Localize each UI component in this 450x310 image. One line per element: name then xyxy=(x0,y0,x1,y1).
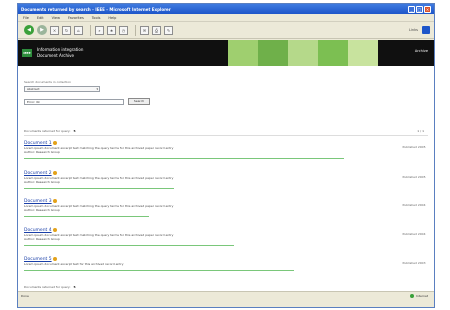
result-meta: Author: Research Group xyxy=(24,180,60,184)
pdf-icon[interactable] xyxy=(52,171,57,175)
result-date: Published 2005 xyxy=(402,145,426,149)
search-field-value: Abstract xyxy=(27,87,40,91)
toolbar-divider xyxy=(135,24,136,36)
list-item: Document 2 Lorem ipsum document excerpt … xyxy=(24,171,428,201)
pdf-icon[interactable] xyxy=(52,199,57,203)
relevance-bar xyxy=(24,270,294,271)
result-meta: Author: Research Group xyxy=(24,208,60,212)
toolbar-divider xyxy=(90,24,91,36)
search-field-select[interactable]: Abstract ▾ xyxy=(24,86,100,92)
banner-image xyxy=(348,40,378,66)
menu-help[interactable]: Help xyxy=(108,16,116,20)
list-item: Document 1 Lorem ipsum document excerpt … xyxy=(24,141,428,171)
result-date: Published 2003 xyxy=(402,261,426,265)
title-bar[interactable]: Documents returned by search - IEEE - Mi… xyxy=(18,4,434,14)
divider xyxy=(24,135,428,136)
banner-image xyxy=(318,40,348,66)
menu-tools[interactable]: Tools xyxy=(92,16,101,20)
window-title: Documents returned by search - IEEE - Mi… xyxy=(21,6,171,12)
result-summary: Documents returned for query: 5 1 / 1 xyxy=(24,129,424,133)
favorites-icon[interactable]: ★ xyxy=(107,25,116,35)
search-row: Error: 0k Search xyxy=(24,98,324,105)
relevance-bar xyxy=(24,158,344,159)
history-icon[interactable]: ◷ xyxy=(119,25,128,35)
search-icon[interactable]: ⌕ xyxy=(95,25,104,35)
refresh-icon[interactable]: ↻ xyxy=(62,25,71,35)
mail-icon[interactable]: ✉ xyxy=(140,25,149,35)
banner-image xyxy=(288,40,318,66)
result-date: Published 2004 xyxy=(402,203,426,207)
banner-image xyxy=(258,40,288,66)
result-summary-bottom: Documents returned for query: 5 xyxy=(24,285,424,289)
close-button[interactable]: × xyxy=(424,5,431,13)
result-page: 1 / 1 xyxy=(417,129,424,133)
result-meta: Author: Research Group xyxy=(24,150,60,154)
menu-edit[interactable]: Edit xyxy=(37,16,44,20)
result-meta: Author: Research Group xyxy=(24,237,60,241)
list-item: Document 3 Lorem ipsum document excerpt … xyxy=(24,199,428,229)
toolbar: ◀ ▶ × ↻ ⌂ ⌕ ★ ◷ ✉ ⎙ ✎ Links xyxy=(18,22,434,39)
result-excerpt: Lorem ipsum document excerpt text for th… xyxy=(24,262,124,266)
site-logo-icon[interactable]: IEEE xyxy=(22,49,32,57)
result-date: Published 2004 xyxy=(402,232,426,236)
list-item: Document 4 Lorem ipsum document excerpt … xyxy=(24,228,428,258)
home-icon[interactable]: ⌂ xyxy=(74,25,83,35)
result-summary-text: Documents returned for query: xyxy=(24,129,71,133)
search-input[interactable]: Error: 0k xyxy=(24,98,124,105)
list-item: Document 5 Lorem ipsum document excerpt … xyxy=(24,257,428,287)
back-icon[interactable]: ◀ xyxy=(24,25,34,35)
search-field-label: Search documents in collection xyxy=(24,80,71,84)
maximize-button[interactable]: □ xyxy=(416,5,423,13)
windows-logo-icon xyxy=(422,26,430,34)
banner-image-strip xyxy=(228,40,378,66)
menu-file[interactable]: File xyxy=(23,16,29,20)
chevron-down-icon: ▾ xyxy=(96,87,98,91)
result-count: 5 xyxy=(73,285,76,289)
security-zone: Internet xyxy=(410,293,428,298)
relevance-bar xyxy=(24,188,174,189)
stop-icon[interactable]: × xyxy=(50,25,59,35)
search-form: Search documents in collection Abstract … xyxy=(24,80,324,105)
status-bar: Done Internet xyxy=(18,291,434,299)
globe-icon xyxy=(410,293,415,298)
relevance-bar xyxy=(24,216,149,217)
links-label[interactable]: Links xyxy=(409,28,418,32)
edit-icon[interactable]: ✎ xyxy=(164,25,173,35)
banner-line-2: Document Archive xyxy=(37,53,74,58)
pdf-icon[interactable] xyxy=(52,141,57,145)
result-count: 5 xyxy=(73,129,76,133)
menu-favorites[interactable]: Favorites xyxy=(68,16,84,20)
pdf-icon[interactable] xyxy=(52,257,57,261)
zone-label: Internet xyxy=(416,293,428,298)
forward-icon[interactable]: ▶ xyxy=(37,25,47,35)
banner-image xyxy=(228,40,258,66)
browser-window: Documents returned by search - IEEE - Mi… xyxy=(17,3,435,308)
menu-view[interactable]: View xyxy=(52,16,60,20)
site-banner: IEEE Information integration Document Ar… xyxy=(18,40,434,66)
banner-right-label[interactable]: Archive xyxy=(415,49,428,53)
relevance-bar xyxy=(24,245,234,246)
result-summary-text: Documents returned for query: xyxy=(24,285,71,289)
banner-title: Information integration Document Archive xyxy=(37,47,83,59)
menu-bar: File Edit View Favorites Tools Help xyxy=(18,14,434,22)
pdf-icon[interactable] xyxy=(52,228,57,232)
search-button[interactable]: Search xyxy=(128,98,150,105)
result-date: Published 2005 xyxy=(402,175,426,179)
page-viewport: IEEE Information integration Document Ar… xyxy=(18,40,434,299)
print-icon[interactable]: ⎙ xyxy=(152,25,161,35)
minimize-button[interactable]: _ xyxy=(408,5,415,13)
status-text: Done xyxy=(21,293,29,298)
